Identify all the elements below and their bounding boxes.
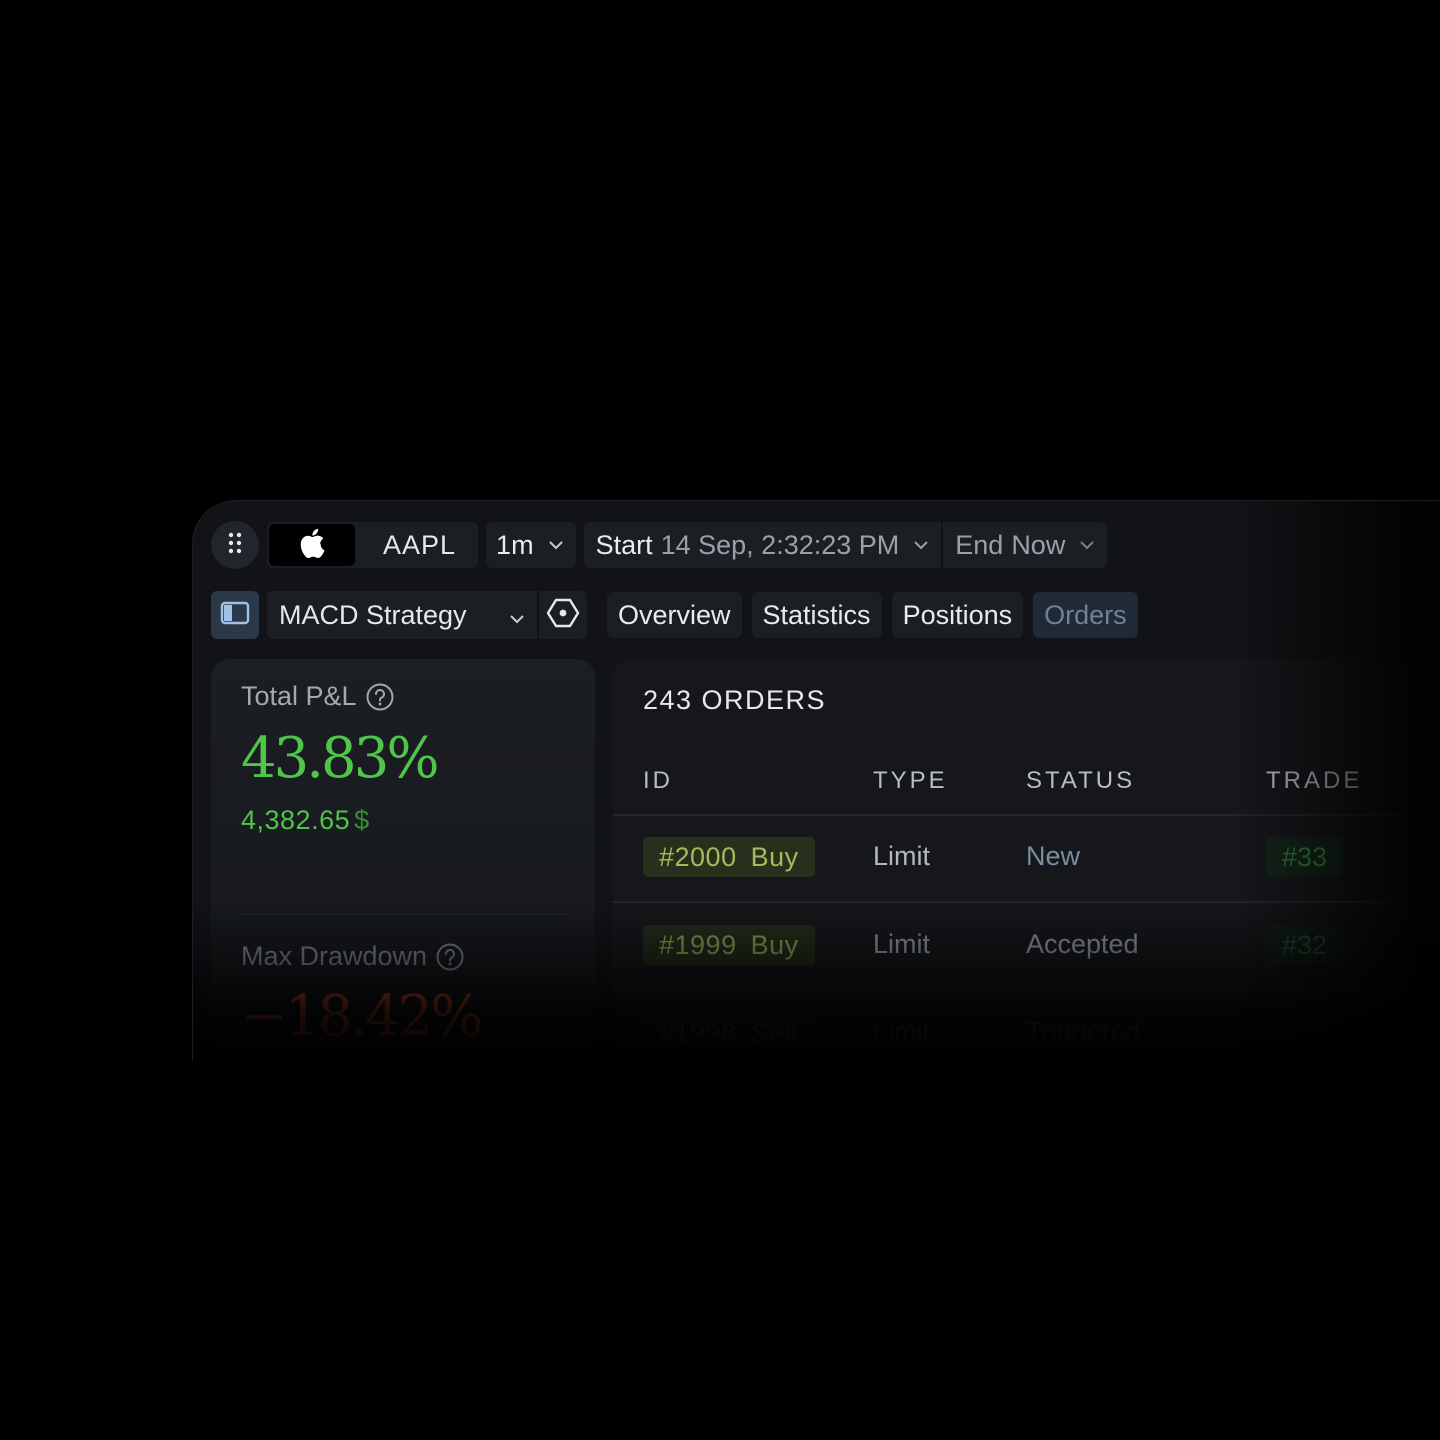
- end-value: Now: [1011, 529, 1066, 560]
- strategy-select[interactable]: MACD Strategy: [267, 591, 537, 639]
- sidebar-panel-icon: [220, 601, 250, 630]
- strategy-name: MACD Strategy: [279, 599, 467, 630]
- max-drawdown-percent: −18.42%: [241, 984, 483, 1049]
- column-header-id[interactable]: ID: [643, 767, 673, 795]
- start-label: Start: [595, 529, 653, 560]
- end-date-select[interactable]: End Now: [943, 522, 1108, 568]
- total-pnl-currency: $: [354, 805, 370, 835]
- symbol-selector[interactable]: AAPL: [267, 522, 479, 568]
- order-side: Buy: [750, 841, 799, 872]
- interval-select[interactable]: 1m: [486, 522, 576, 568]
- chevron-down-icon: [548, 540, 564, 550]
- trade-id-badge[interactable]: #32: [1266, 925, 1344, 965]
- start-date-select[interactable]: Start 14 Sep, 2:32:23 PM: [583, 522, 942, 568]
- max-drawdown-label: Max Drawdown: [241, 941, 480, 972]
- max-drawdown-label-text: Max Drawdown: [241, 941, 428, 971]
- order-status: Accepted: [1026, 929, 1139, 959]
- tab-positions[interactable]: Positions: [891, 592, 1024, 638]
- orders-count-title: 243 ORDERS: [643, 685, 827, 715]
- order-type: Limit: [873, 1017, 931, 1047]
- chevron-down-icon: [913, 540, 929, 550]
- total-pnl-percent: 43.83%: [241, 726, 440, 791]
- hexagon-settings-icon: [546, 597, 580, 634]
- orders-card: 243 ORDERS ID TYPE STATUS TRADE #2000 Bu…: [613, 659, 1440, 1061]
- order-id-badge[interactable]: #1998 Sell: [643, 1013, 814, 1053]
- order-type: Limit: [873, 929, 931, 959]
- chevron-down-icon: [509, 600, 525, 631]
- top-toolbar: AAPL 1m Start 14 Sep, 2:32:23 PM End Now: [211, 521, 1108, 569]
- grid-dots-icon: [227, 532, 243, 559]
- question-circle-icon[interactable]: [435, 942, 465, 972]
- max-drawdown-block: Max Drawdown −18.42%: [241, 941, 483, 1049]
- sidebar-toggle-button[interactable]: [211, 591, 259, 639]
- order-side: Buy: [750, 929, 799, 960]
- end-label: End: [955, 529, 1004, 560]
- order-id-badge[interactable]: #1999 Buy: [643, 925, 815, 965]
- view-tabs: Overview Statistics Positions Orders: [607, 592, 1138, 638]
- interval-value: 1m: [496, 529, 534, 560]
- start-value: 14 Sep, 2:32:23 PM: [660, 529, 900, 560]
- column-header-type[interactable]: TYPE: [873, 767, 948, 795]
- column-header-trade[interactable]: TRADE: [1266, 767, 1362, 795]
- metrics-divider: [239, 913, 567, 915]
- menu-button[interactable]: [211, 521, 259, 569]
- strategy-settings-button[interactable]: [537, 591, 587, 639]
- order-status: New: [1026, 841, 1081, 871]
- metrics-card: Total P&L 43.83% 4,382.65$ Max Drawdown: [211, 659, 595, 1061]
- apple-logo-icon: [299, 528, 325, 563]
- order-id: #1999: [659, 929, 737, 960]
- strategy-toolbar: MACD Strategy Overview Statistics Positi…: [211, 591, 1138, 639]
- total-pnl-amount-value: 4,382.65: [241, 805, 351, 835]
- chevron-down-icon: [1079, 540, 1095, 550]
- column-header-status[interactable]: STATUS: [1026, 767, 1135, 795]
- total-pnl-label: Total P&L: [241, 681, 437, 712]
- trading-app-window: AAPL 1m Start 14 Sep, 2:32:23 PM End Now: [192, 500, 1440, 1061]
- order-side: Sell: [750, 1017, 798, 1048]
- order-id: #1998: [659, 1017, 737, 1048]
- question-circle-icon[interactable]: [365, 682, 395, 712]
- row-divider: [613, 901, 1440, 903]
- order-id-badge[interactable]: #2000 Buy: [643, 837, 815, 877]
- date-range: Start 14 Sep, 2:32:23 PM End Now: [583, 522, 1108, 568]
- total-pnl-label-text: Total P&L: [241, 681, 357, 711]
- total-pnl-amount: 4,382.65 $: [241, 805, 437, 836]
- header-divider: [613, 814, 1440, 816]
- order-status: Triggered: [1026, 1017, 1141, 1047]
- order-id: #2000: [659, 841, 737, 872]
- strategy-group: MACD Strategy: [267, 591, 587, 639]
- symbol-ticker: AAPL: [383, 529, 457, 560]
- order-type: Limit: [873, 841, 931, 871]
- tab-overview[interactable]: Overview: [607, 592, 742, 638]
- trade-id-badge[interactable]: #33: [1266, 837, 1344, 877]
- tab-orders[interactable]: Orders: [1033, 592, 1138, 638]
- tab-statistics[interactable]: Statistics: [751, 592, 882, 638]
- row-divider: [613, 989, 1440, 991]
- total-pnl-block: Total P&L 43.83% 4,382.65 $: [241, 681, 440, 836]
- symbol-logo: [269, 524, 355, 566]
